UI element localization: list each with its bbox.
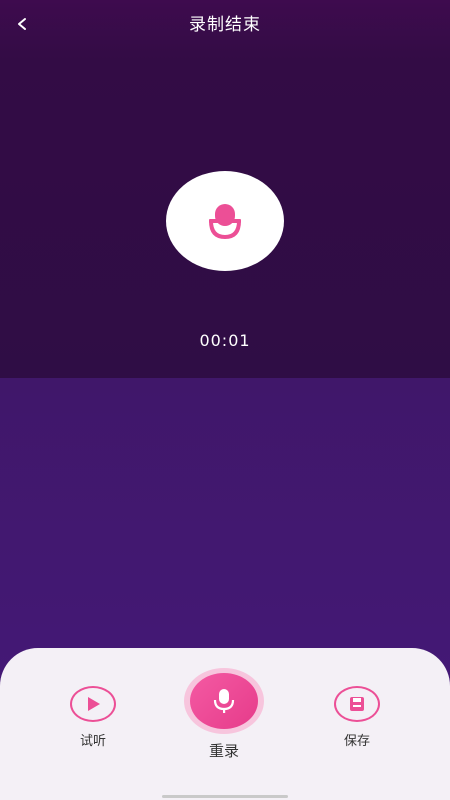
microphone-icon [209,204,241,240]
preview-label: 试听 [79,734,106,749]
rerecord-button[interactable] [184,668,264,734]
top-bar: 录制结束 [0,0,450,44]
rerecord-button-inner [190,673,258,729]
page-title: 录制结束 [189,15,261,35]
play-icon [88,697,100,711]
recording-area: 录制结束 00:01 [0,0,450,378]
preview-button[interactable] [70,686,116,722]
save-label: 保存 [343,734,370,749]
save-button[interactable] [334,686,380,722]
rerecord-label: 重录 [208,742,239,760]
recording-indicator [166,171,284,271]
microphone-icon [213,689,235,713]
home-indicator [162,795,288,798]
save-icon [350,697,364,711]
elapsed-time: 00:01 [199,331,251,350]
